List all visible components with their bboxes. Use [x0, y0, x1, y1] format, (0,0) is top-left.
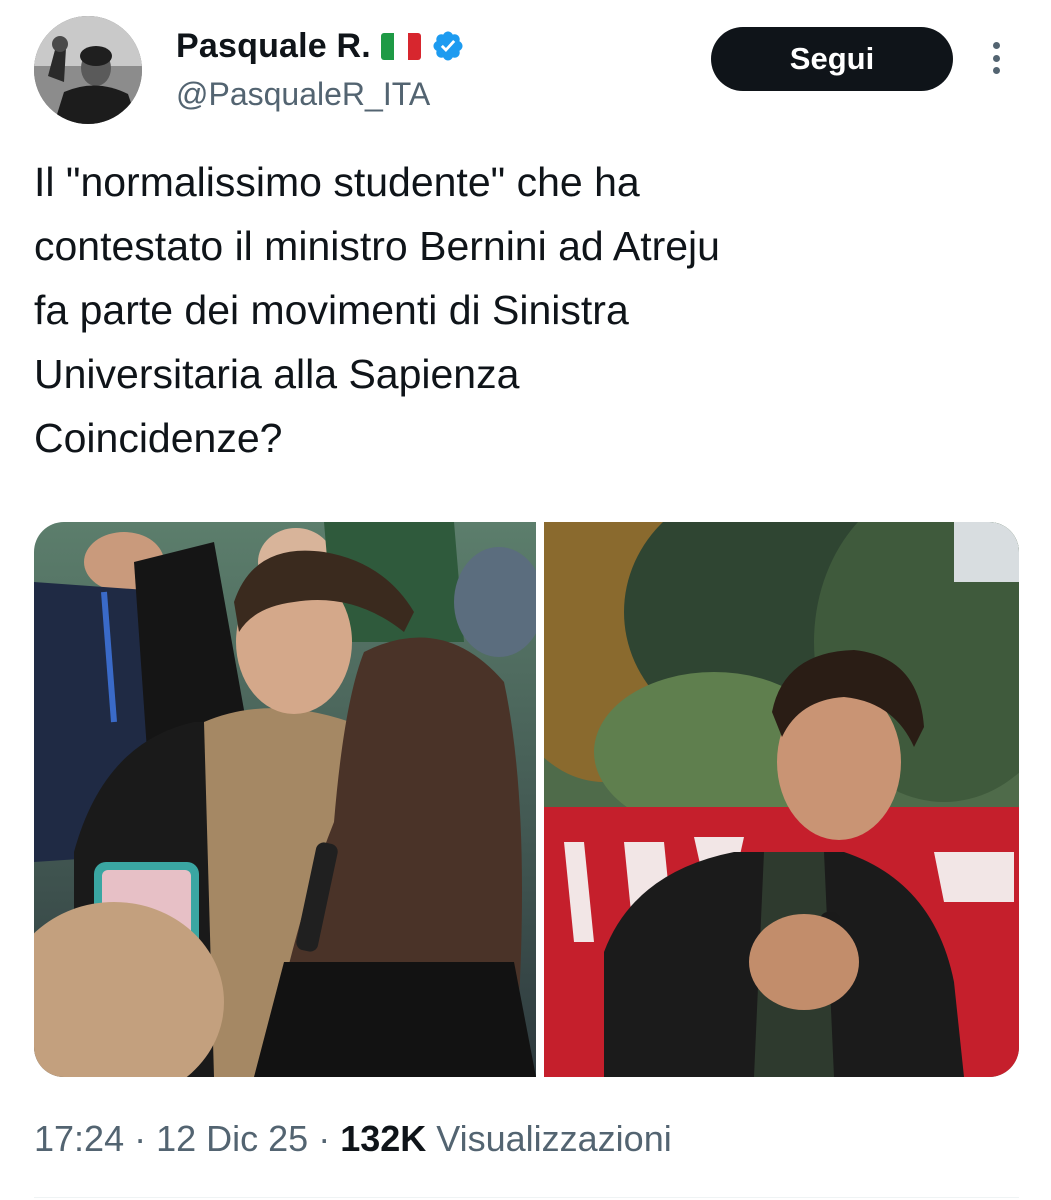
avatar-image	[34, 16, 142, 124]
tweet-text-line: Coincidenze?	[34, 415, 283, 461]
tweet-date[interactable]: 12 Dic 25	[156, 1118, 308, 1159]
views-count: 132K	[340, 1118, 427, 1159]
follow-button[interactable]: Segui	[711, 27, 953, 91]
tweet-text: Il "normalissimo studente" che ha contes…	[34, 150, 1014, 470]
tweet-text-line: contestato il ministro Bernini ad Atreju	[34, 223, 720, 269]
tweet-text-line: Il "normalissimo studente" che ha	[34, 159, 640, 205]
author-name-row: Pasquale R.	[176, 24, 465, 68]
divider	[34, 1197, 1019, 1198]
tweet-card: Pasquale R. @PasqualeR_ITA Segui Il "nor…	[0, 0, 1051, 1200]
tweet-meta: 17:24 · 12 Dic 25 · 132K Visualizzazioni	[34, 1118, 672, 1160]
tweet-text-line: fa parte dei movimenti di Sinistra	[34, 287, 629, 333]
italy-flag-icon	[380, 32, 421, 60]
media-photo-left[interactable]	[34, 522, 536, 1077]
more-options-icon[interactable]	[984, 38, 1008, 78]
meta-separator: ·	[124, 1118, 157, 1159]
photo-icon	[544, 522, 1019, 1077]
avatar[interactable]	[34, 16, 142, 124]
meta-separator: ·	[308, 1118, 341, 1159]
media-photo-right[interactable]	[544, 522, 1019, 1077]
tweet-time[interactable]: 17:24	[34, 1118, 124, 1159]
views-label: Visualizzazioni	[426, 1118, 672, 1159]
author-handle[interactable]: @PasqualeR_ITA	[176, 76, 430, 113]
tweet-text-line: Universitaria alla Sapienza	[34, 351, 520, 397]
author-display-name[interactable]: Pasquale R.	[176, 27, 371, 66]
verified-badge-icon	[433, 31, 463, 61]
photo-icon	[34, 522, 536, 1077]
tweet-media[interactable]	[34, 522, 1019, 1077]
